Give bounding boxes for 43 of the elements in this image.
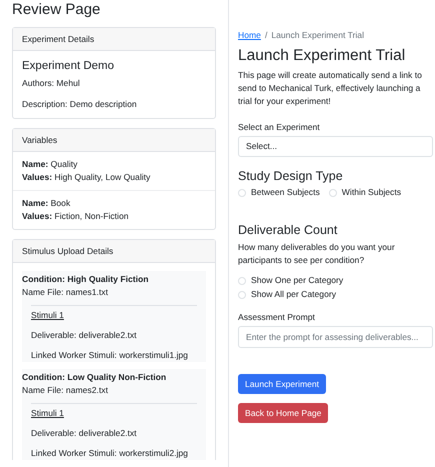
radio-option[interactable]: Between Subjects — [238, 187, 320, 198]
page-title: Review Page — [12, 1, 102, 19]
experiment-select[interactable]: Select... — [238, 136, 433, 157]
breadcrumb-separator: / — [264, 30, 268, 41]
card-header: Stimulus Upload Details — [13, 240, 215, 263]
stimuli-title: Stimuli 1 — [31, 408, 64, 418]
description-text: Description: Demo description — [22, 99, 138, 110]
condition-title: Condition: High Quality Fiction — [22, 273, 150, 286]
variable-values: Values: High Quality, Low Quality — [22, 171, 152, 184]
stimuli-title: Stimuli 1 — [31, 310, 64, 320]
variable-name: Name: Book — [22, 197, 72, 210]
card-header: Experiment Details — [13, 28, 215, 51]
description-text: This page will create automatically send a link to send to Mechanical Turk, effectively launching a trial for your experiment! — [238, 69, 423, 108]
deliverable-text: Deliverable: deliverable2.txt — [31, 427, 138, 440]
radio-icon[interactable] — [328, 188, 337, 196]
launch-button[interactable]: Launch Experiment — [238, 374, 326, 394]
card-header: Variables — [13, 129, 215, 152]
question-text: How many deliverables do you want your participants to see per condition? — [238, 241, 396, 267]
name-file-text: Name File: names2.txt — [22, 384, 109, 397]
breadcrumb-current: Launch Experiment Trial — [271, 30, 364, 41]
radio-option[interactable]: Show One per Category — [238, 275, 433, 286]
deliverable-text: Deliverable: deliverable2.txt — [31, 329, 138, 342]
name-file-text: Name File: names1.txt — [22, 286, 109, 299]
variable-values: Values: Fiction, Non-Fiction — [22, 210, 130, 223]
authors-text: Authors: Mehul — [22, 78, 81, 89]
prompt-field[interactable]: Enter the prompt for assessing deliverables... — [238, 326, 433, 348]
experiment-name: Experiment Demo — [22, 59, 116, 73]
variable-name: Name: Quality — [22, 158, 78, 171]
select-label: Select an Experiment — [238, 122, 321, 133]
section-title: Study Design Type — [238, 169, 344, 184]
radio-option[interactable]: Within Subjects — [328, 187, 402, 198]
radio-option[interactable]: Show All per Category — [238, 289, 433, 300]
linked-stimuli-text: Linked Worker Stimuli: workerstimuli1.jpg — [31, 349, 189, 362]
home-link[interactable]: Home — [238, 30, 261, 41]
radio-icon[interactable] — [238, 290, 246, 298]
section-title: Deliverable Count — [238, 223, 338, 238]
radio-icon[interactable] — [238, 188, 246, 196]
radio-icon[interactable] — [238, 276, 246, 284]
condition-title: Condition: Low Quality Non-Fiction — [22, 371, 168, 384]
launch-title: Launch Experiment Trial — [238, 47, 406, 65]
linked-stimuli-text: Linked Worker Stimuli: workerstimuli2.jpg — [31, 447, 189, 460]
prompt-label: Assessment Prompt — [238, 312, 316, 323]
back-button[interactable]: Back to Home Page — [238, 403, 328, 423]
